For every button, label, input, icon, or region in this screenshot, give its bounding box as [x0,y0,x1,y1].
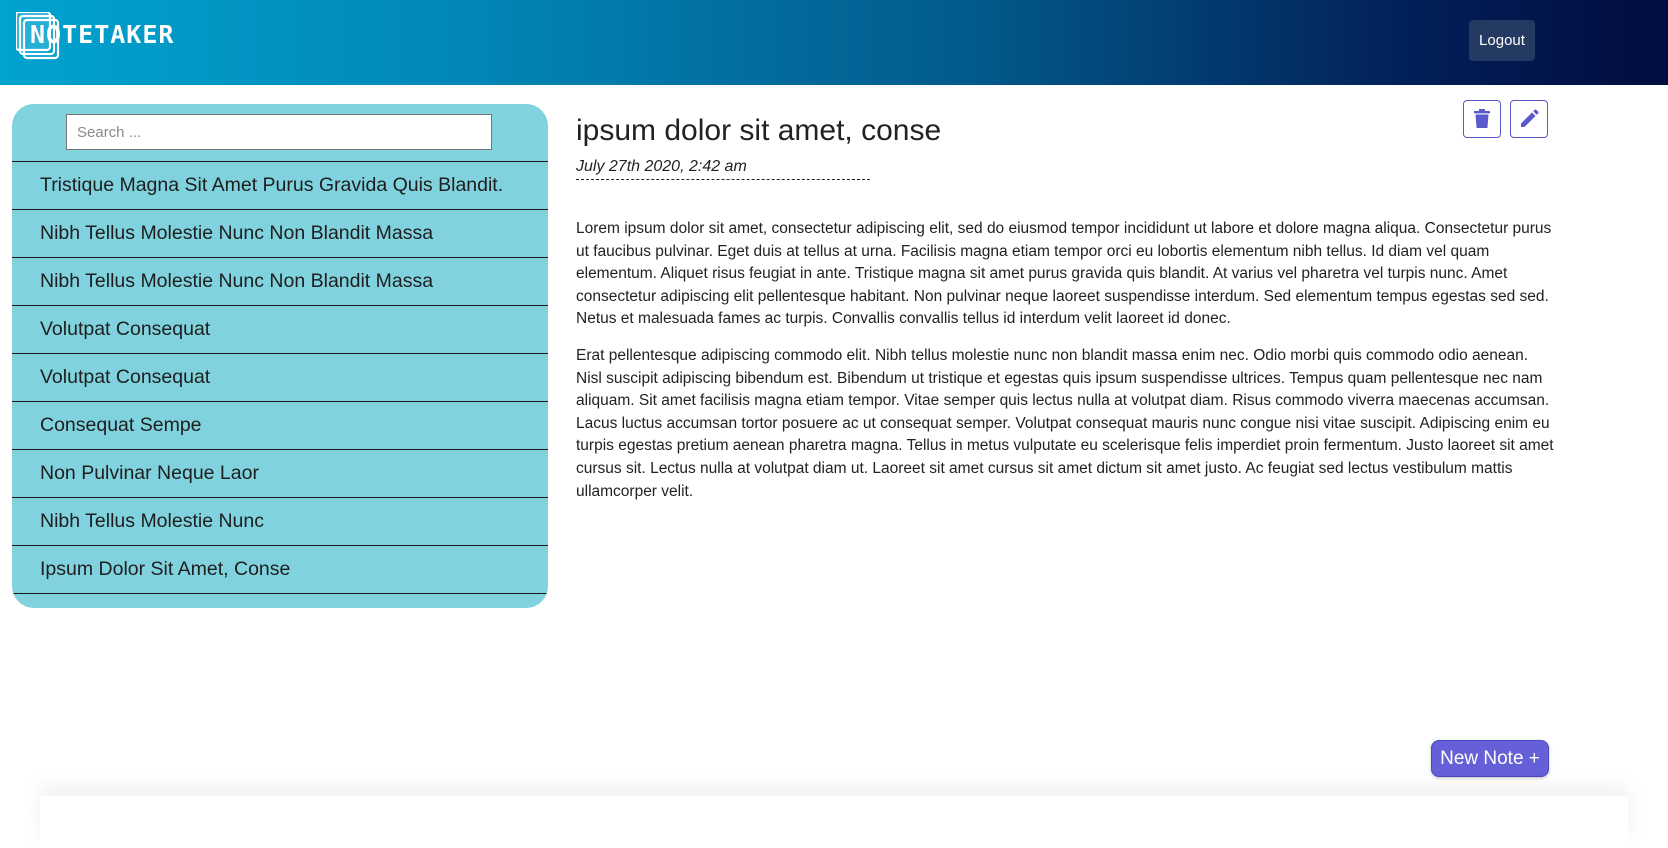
note-list-item[interactable]: Nibh Tellus Molestie Nunc Non Blandit Ma… [12,258,548,306]
note-detail: ipsum dolor sit amet, conse July 27th 20… [576,100,1556,517]
note-paragraph: Erat pellentesque adipiscing commodo eli… [576,346,1554,500]
delete-note-button[interactable] [1463,100,1501,138]
note-body: Lorem ipsum dolor sit amet, consectetur … [576,218,1556,503]
page-footer [40,796,1628,848]
trash-icon [1474,109,1490,128]
note-list-item[interactable]: Tristique Magna Sit Amet Purus Gravida Q… [12,162,548,210]
pencil-icon [1521,109,1539,127]
logout-button[interactable]: Logout [1469,20,1535,61]
note-paragraph: Lorem ipsum dolor sit amet, consectetur … [576,220,1552,328]
note-list-item[interactable]: Ipsum Dolor Sit Amet, Conse [12,546,548,594]
edit-note-button[interactable] [1510,100,1548,138]
search-bar [12,104,548,162]
note-title: ipsum dolor sit amet, conse [576,114,942,147]
search-input[interactable] [66,114,492,150]
note-list-item[interactable]: Consequat Sempe [12,402,548,450]
new-note-button[interactable]: New Note + [1431,740,1549,777]
notes-sidebar: Tristique Magna Sit Amet Purus Gravida Q… [12,104,548,608]
app-header: NOTETAKER Logout [0,0,1668,85]
note-list-item[interactable]: Nibh Tellus Molestie Nunc [12,498,548,546]
note-date: July 27th 2020, 2:42 am [576,158,870,180]
app-logo[interactable]: NOTETAKER [16,12,216,62]
logo-text: NOTETAKER [30,20,175,49]
note-list-item[interactable]: Volutpat Consequat [12,354,548,402]
note-list-item[interactable]: Non Pulvinar Neque Laor [12,450,548,498]
note-list-item[interactable]: Volutpat Consequat [12,306,548,354]
note-list-item[interactable]: Nibh Tellus Molestie Nunc Non Blandit Ma… [12,210,548,258]
